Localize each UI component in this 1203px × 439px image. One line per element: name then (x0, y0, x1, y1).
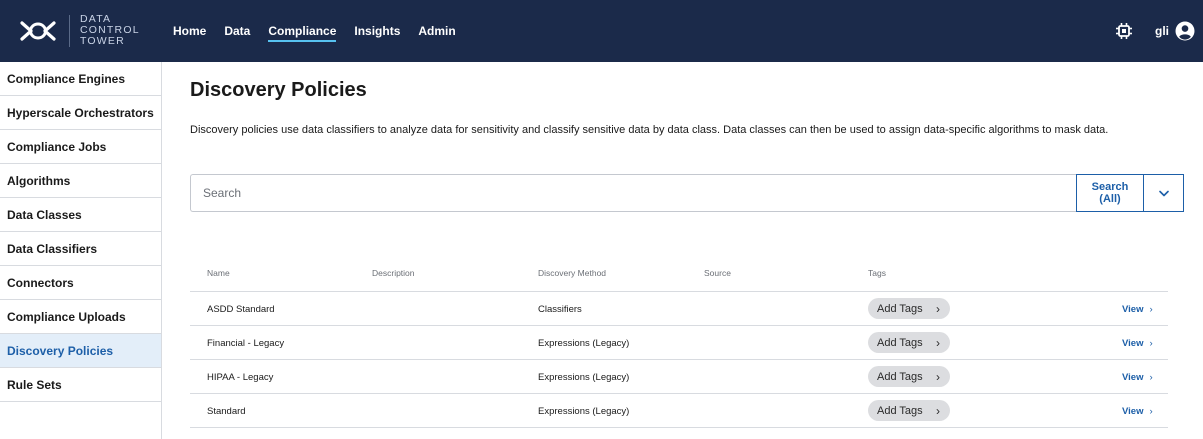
chevron-right-icon: › (936, 404, 940, 418)
row-discovery-method: Expressions (Legacy) (538, 406, 630, 417)
column-header-discovery-method[interactable]: Discovery Method (538, 268, 606, 278)
sidebar-item-rule-sets[interactable]: Rule Sets (0, 368, 161, 402)
search-button[interactable]: Search (All) (1076, 174, 1144, 212)
add-tags-button[interactable]: Add Tags › (868, 400, 950, 421)
brand-line-3: TOWER (80, 35, 125, 47)
view-link[interactable]: View › (1122, 338, 1153, 349)
view-label: View (1122, 304, 1144, 315)
chevron-right-icon: › (1149, 406, 1153, 417)
logo-divider (69, 15, 70, 47)
row-name: ASDD Standard (207, 304, 275, 315)
table-row: ASDD Standard Classifiers Add Tags › Vie… (190, 292, 1168, 326)
table-row: HIPAA - Legacy Expressions (Legacy) Add … (190, 360, 1168, 394)
nav-admin[interactable]: Admin (418, 0, 455, 62)
user-avatar-icon[interactable] (1175, 21, 1195, 41)
logo-icon (20, 21, 56, 41)
column-header-source[interactable]: Source (704, 268, 731, 278)
sidebar: Compliance Engines Hyperscale Orchestrat… (0, 62, 162, 439)
row-name: HIPAA - Legacy (207, 372, 274, 383)
add-tags-label: Add Tags (877, 404, 923, 417)
chevron-right-icon: › (1149, 372, 1153, 383)
nav-home[interactable]: Home (173, 0, 206, 62)
search-scope-dropdown[interactable] (1144, 174, 1184, 212)
sidebar-item-compliance-jobs[interactable]: Compliance Jobs (0, 130, 161, 164)
column-header-description[interactable]: Description (372, 268, 415, 278)
sidebar-item-connectors[interactable]: Connectors (0, 266, 161, 300)
sidebar-item-discovery-policies[interactable]: Discovery Policies (0, 334, 161, 368)
nav-compliance[interactable]: Compliance (268, 0, 337, 62)
top-navigation-bar: DATA CONTROL TOWER Home Data Compliance … (0, 0, 1203, 62)
view-link[interactable]: View › (1122, 406, 1153, 417)
page-description: Discovery policies use data classifiers … (190, 124, 1109, 136)
table-row: Standard Expressions (Legacy) Add Tags ›… (190, 394, 1168, 428)
sidebar-item-data-classifiers[interactable]: Data Classifiers (0, 232, 161, 266)
chip-icon[interactable] (1115, 22, 1133, 40)
sidebar-item-algorithms[interactable]: Algorithms (0, 164, 161, 198)
main-nav: Home Data Compliance Insights Admin (173, 0, 474, 62)
table-header: Name Description Discovery Method Source… (190, 254, 1168, 292)
table-row: Financial - Legacy Expressions (Legacy) … (190, 326, 1168, 360)
add-tags-button[interactable]: Add Tags › (868, 366, 950, 387)
add-tags-label: Add Tags (877, 302, 923, 315)
chevron-right-icon: › (1149, 338, 1153, 349)
row-name: Financial - Legacy (207, 338, 285, 349)
chevron-down-icon (1158, 190, 1169, 196)
row-discovery-method: Classifiers (538, 304, 582, 315)
row-discovery-method: Expressions (Legacy) (538, 338, 630, 349)
nav-data[interactable]: Data (224, 0, 250, 62)
add-tags-button[interactable]: Add Tags › (868, 332, 950, 353)
nav-insights[interactable]: Insights (354, 0, 400, 62)
sidebar-item-hyperscale-orchestrators[interactable]: Hyperscale Orchestrators (0, 96, 161, 130)
chevron-right-icon: › (936, 302, 940, 316)
sidebar-item-compliance-uploads[interactable]: Compliance Uploads (0, 300, 161, 334)
top-right-controls: gli (1115, 0, 1195, 62)
sidebar-item-compliance-engines[interactable]: Compliance Engines (0, 62, 161, 96)
chevron-right-icon: › (1149, 304, 1153, 315)
view-label: View (1122, 372, 1144, 383)
column-header-tags[interactable]: Tags (868, 268, 886, 278)
search-bar: Search (All) (190, 174, 1184, 212)
view-link[interactable]: View › (1122, 304, 1153, 315)
column-header-name[interactable]: Name (207, 268, 230, 278)
row-name: Standard (207, 406, 246, 417)
add-tags-label: Add Tags (877, 370, 923, 383)
user-name[interactable]: gli (1155, 24, 1169, 38)
view-link[interactable]: View › (1122, 372, 1153, 383)
add-tags-button[interactable]: Add Tags › (868, 298, 950, 319)
add-tags-label: Add Tags (877, 336, 923, 349)
search-input[interactable] (190, 174, 1076, 212)
search-button-label: Search (1091, 181, 1129, 193)
sidebar-item-data-classes[interactable]: Data Classes (0, 198, 161, 232)
view-label: View (1122, 338, 1144, 349)
row-discovery-method: Expressions (Legacy) (538, 372, 630, 383)
page-title: Discovery Policies (190, 79, 367, 101)
brand-name: DATA CONTROL TOWER (80, 14, 140, 47)
chevron-right-icon: › (936, 336, 940, 350)
view-label: View (1122, 406, 1144, 417)
chevron-right-icon: › (936, 370, 940, 384)
search-button-scope: (All) (1099, 193, 1121, 205)
